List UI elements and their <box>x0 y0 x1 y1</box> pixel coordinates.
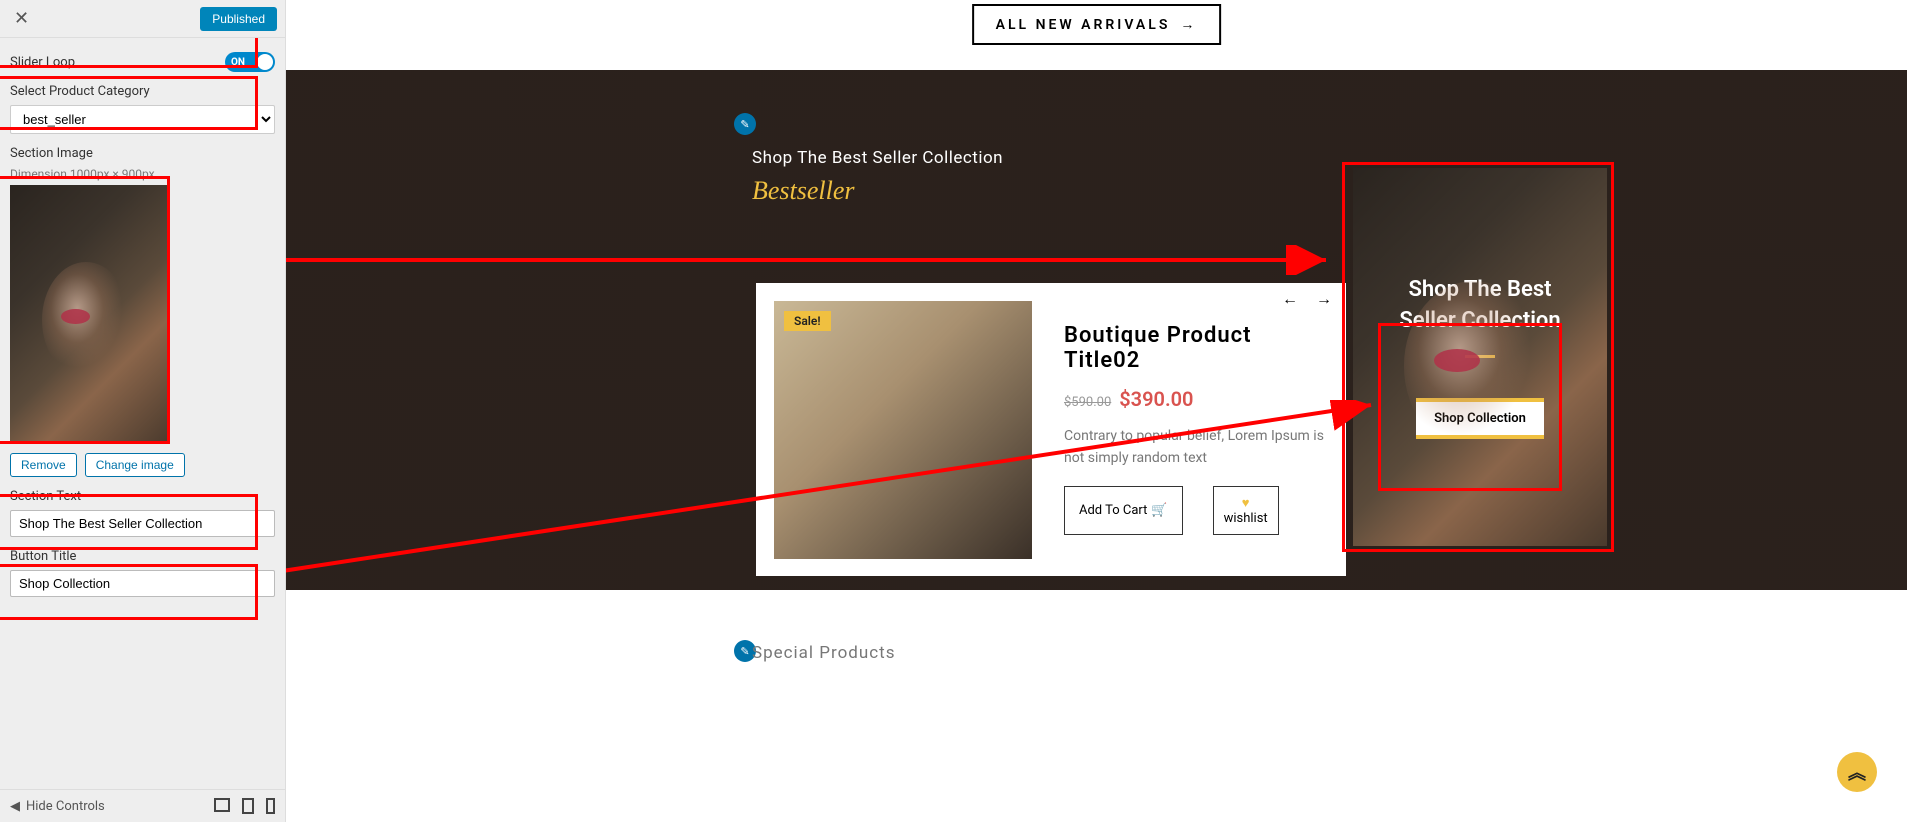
category-select[interactable]: best_seller <box>10 105 275 134</box>
toggle-knob <box>257 54 273 70</box>
desktop-icon[interactable] <box>214 798 230 812</box>
image-dimensions: Dimension 1000px × 900px <box>10 167 275 181</box>
sidebar-body: Slider Loop ON Select Product Category b… <box>0 38 285 789</box>
hide-controls-button[interactable]: ◀ Hide Controls <box>10 799 105 814</box>
remove-image-button[interactable]: Remove <box>10 453 77 477</box>
sidebar-footer: ◀ Hide Controls <box>0 789 285 822</box>
product-card: Sale! ← → Boutique Product Title02 $590.… <box>756 283 1346 576</box>
slider-loop-toggle[interactable]: ON <box>225 52 275 72</box>
old-price: $590.00 <box>1064 395 1111 410</box>
section-image-field: Section Image Dimension 1000px × 900px R… <box>10 140 275 483</box>
button-title-label: Button Title <box>10 549 275 564</box>
cart-icon: 🛒 <box>1151 503 1167 518</box>
add-to-cart-label: Add To Cart <box>1079 503 1147 518</box>
button-title-field: Button Title <box>10 543 275 603</box>
section-image-label: Section Image <box>10 146 275 161</box>
product-actions: Add To Cart 🛒 ♥ wishlist <box>1064 486 1332 535</box>
image-actions: Remove Change image <box>10 453 275 477</box>
heart-icon: ♥ <box>1224 495 1268 511</box>
product-image[interactable]: Sale! <box>774 301 1032 559</box>
product-info: ← → Boutique Product Title02 $590.00 $39… <box>1050 283 1346 576</box>
section-text-label: Section Text <box>10 489 275 504</box>
chevron-up-icon: ︽ <box>1848 759 1866 785</box>
mobile-icon[interactable] <box>266 798 275 814</box>
section-text-field: Section Text <box>10 483 275 543</box>
new-arrivals-label: ALL NEW ARRIVALS <box>996 17 1171 33</box>
arrow-right-icon: → <box>1180 16 1197 33</box>
slider-nav: ← → <box>1282 289 1332 309</box>
slider-loop-field: Slider Loop ON <box>10 46 275 78</box>
scroll-top-button[interactable]: ︽ <box>1837 752 1877 792</box>
add-to-cart-button[interactable]: Add To Cart 🛒 <box>1064 486 1183 535</box>
tablet-icon[interactable] <box>242 798 254 814</box>
section-text-input[interactable] <box>10 510 275 537</box>
new-price: $390.00 <box>1119 387 1193 411</box>
toggle-on-text: ON <box>225 57 245 68</box>
product-title[interactable]: Boutique Product Title02 <box>1064 323 1332 373</box>
category-field: Select Product Category best_seller <box>10 78 275 140</box>
sidebar-header: ✕ Published <box>0 0 285 38</box>
price-row: $590.00 $390.00 <box>1064 387 1332 411</box>
category-label: Select Product Category <box>10 84 275 99</box>
customizer-sidebar: ✕ Published Slider Loop ON Select Produc… <box>0 0 286 822</box>
side-promo: Shop The Best Seller Collection Shop Col… <box>1353 168 1607 546</box>
device-preview-icons <box>214 798 275 814</box>
close-sidebar-button[interactable]: ✕ <box>8 6 35 31</box>
slider-loop-label: Slider Loop <box>10 55 75 70</box>
hide-controls-label: Hide Controls <box>26 799 105 814</box>
next-arrow-icon[interactable]: → <box>1316 289 1332 309</box>
hero-title: Bestseller <box>752 176 1003 206</box>
product-description: Contrary to popular belief, Lorem Ipsum … <box>1064 425 1332 470</box>
section-image-thumb[interactable] <box>10 185 170 443</box>
prev-arrow-icon[interactable]: ← <box>1282 289 1298 309</box>
special-products-heading: Special Products <box>752 643 896 663</box>
collapse-icon: ◀ <box>10 799 20 814</box>
edit-section-button[interactable]: ✎ <box>734 113 756 135</box>
hero-subtitle: Shop The Best Seller Collection <box>752 148 1003 168</box>
publish-button[interactable]: Published <box>200 7 277 31</box>
wishlist-label: wishlist <box>1224 511 1268 526</box>
sale-badge: Sale! <box>784 311 831 331</box>
change-image-button[interactable]: Change image <box>85 453 185 477</box>
wishlist-button[interactable]: ♥ wishlist <box>1213 486 1279 535</box>
preview-pane: ALL NEW ARRIVALS → ✎ Shop The Best Selle… <box>286 0 1907 822</box>
hero-text: Shop The Best Seller Collection Bestsell… <box>752 148 1003 206</box>
button-title-input[interactable] <box>10 570 275 597</box>
new-arrivals-button[interactable]: ALL NEW ARRIVALS → <box>972 4 1222 45</box>
